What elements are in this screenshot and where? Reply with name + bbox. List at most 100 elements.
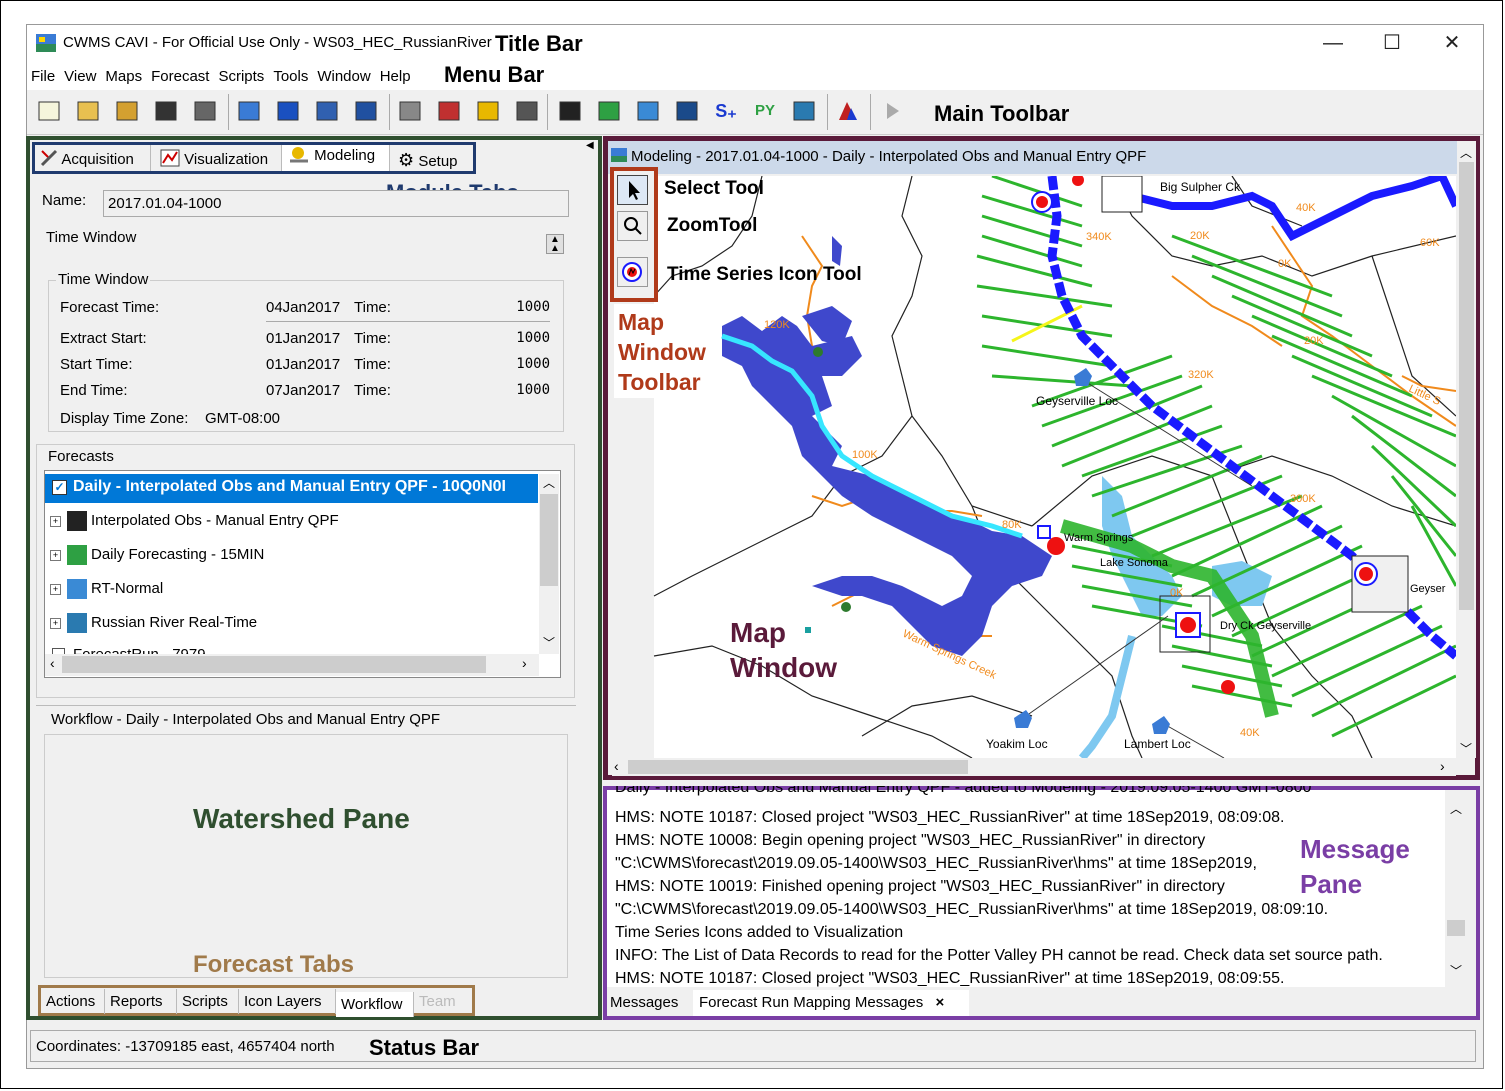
tree-item-label: Daily Forecasting - 15MIN — [91, 546, 265, 563]
tree-item[interactable]: + RT-Normal — [50, 574, 163, 604]
expand-icon[interactable]: + — [50, 583, 61, 595]
acquisition-icon[interactable] — [397, 98, 423, 124]
tab-acquisition[interactable]: Acquisition — [40, 147, 134, 173]
tree-item[interactable]: + Daily Forecasting - 15MIN — [50, 540, 264, 570]
time-window-time-field[interactable]: 1000 — [480, 330, 550, 346]
menu-scripts[interactable]: Scripts — [218, 63, 264, 90]
annotation-map-window-line2: Window — [730, 652, 838, 683]
map-label-20k-b: 20K — [1304, 335, 1324, 347]
status-coordinates: Coordinates: -13709185 east, 4657404 nor… — [36, 1038, 335, 1055]
scroll-down-icon[interactable]: ﹀ — [543, 634, 555, 651]
menu-forecast[interactable]: Forecast — [151, 63, 209, 90]
minimize-button[interactable]: — — [1308, 28, 1358, 58]
setup-icon[interactable] — [514, 98, 540, 124]
tab-reports[interactable]: Reports — [105, 989, 177, 1014]
tab-setup[interactable]: ⚙ Setup — [398, 147, 458, 173]
s-plus-icon[interactable]: S₊ — [713, 98, 739, 124]
expand-icon[interactable]: + — [50, 515, 61, 527]
time-window-date: 04Jan2017 — [266, 299, 341, 316]
map-scroll-up-icon[interactable]: ︿ — [1460, 144, 1472, 161]
tab-scripts[interactable]: Scripts — [177, 989, 239, 1014]
maximize-button[interactable]: ☐ — [1367, 28, 1417, 58]
menu-help[interactable]: Help — [380, 63, 411, 90]
expand-icon[interactable]: + — [50, 549, 61, 561]
tree-horizontal-thumb[interactable] — [62, 656, 486, 673]
map-image-icon[interactable] — [596, 98, 622, 124]
scroll-up-icon[interactable]: ︿ — [543, 474, 555, 491]
menu-maps[interactable]: Maps — [105, 63, 142, 90]
close-tab-icon[interactable]: × — [935, 994, 944, 1011]
tree-item[interactable]: + Russian River Real-Time — [50, 608, 257, 638]
message-scroll-down-icon[interactable]: ﹀ — [1450, 962, 1462, 979]
time-series-icon-tool-button[interactable] — [617, 257, 648, 287]
map-scroll-down-icon[interactable]: ﹀ — [1460, 740, 1472, 757]
print-icon[interactable] — [192, 98, 218, 124]
modeling-icon[interactable] — [475, 98, 501, 124]
map-vertical-thumb[interactable] — [1459, 162, 1474, 610]
message-scroll-up-icon[interactable]: ︿ — [1450, 800, 1462, 817]
color-map-icon[interactable] — [674, 98, 700, 124]
separator — [266, 321, 550, 322]
message-scrollbar[interactable] — [1446, 790, 1466, 987]
export-icon[interactable] — [236, 98, 262, 124]
time-window-time-field[interactable]: 1000 — [480, 299, 550, 315]
message-scroll-thumb[interactable] — [1447, 920, 1465, 936]
water-icon[interactable] — [791, 98, 817, 124]
map-label-340k: 340K — [1086, 231, 1112, 243]
scroll-right-icon[interactable]: › — [522, 655, 527, 671]
menu-view[interactable]: View — [64, 63, 96, 90]
open-folder-icon[interactable] — [114, 98, 140, 124]
windows-icon[interactable] — [353, 98, 379, 124]
tab-icon-layers[interactable]: Icon Layers — [239, 989, 336, 1014]
time-window-time-field[interactable]: 1000 — [480, 382, 550, 398]
map-horizontal-thumb[interactable] — [628, 760, 968, 774]
tab-actions[interactable]: Actions — [41, 989, 105, 1014]
tab-modeling-label: Modeling — [314, 147, 376, 164]
tab-visualization[interactable]: Visualization — [160, 147, 268, 173]
name-label: Name: — [42, 192, 87, 209]
tab-messages[interactable]: Messages — [607, 990, 695, 1016]
map-scroll-left-icon[interactable]: ‹ — [614, 758, 619, 774]
tab-modeling[interactable]: Modeling — [288, 143, 375, 169]
message-line: HMS: NOTE 10187: Closed project "WS03_HE… — [615, 809, 1285, 826]
tree-item[interactable]: + Interpolated Obs - Manual Entry QPF — [50, 506, 339, 536]
zoom-tool-button[interactable] — [617, 211, 648, 241]
modeling-icon — [290, 147, 308, 163]
chart-icon[interactable] — [835, 98, 861, 124]
save-icon[interactable] — [153, 98, 179, 124]
menu-window[interactable]: Window — [317, 63, 370, 90]
refresh-icon[interactable] — [275, 98, 301, 124]
visualization-icon[interactable] — [436, 98, 462, 124]
tree-item-label: Russian River Real-Time — [91, 614, 258, 631]
workflow-label: Workflow - Daily - Interpolated Obs and … — [51, 711, 441, 728]
display-tz-value: GMT-08:00 — [205, 410, 281, 427]
forecast-checkbox[interactable]: ✓ — [52, 480, 67, 495]
app-icon — [36, 34, 56, 52]
menu-tools[interactable]: Tools — [273, 63, 308, 90]
select-arrow-icon — [629, 181, 640, 200]
map-label-yoakim: Yoakim Loc — [986, 737, 1048, 751]
open-icon[interactable] — [75, 98, 101, 124]
time-window-time-field[interactable]: 1000 — [480, 356, 550, 372]
time-window-date: 01Jan2017 — [266, 356, 341, 373]
image-icon[interactable] — [635, 98, 661, 124]
menu-file[interactable]: File — [31, 63, 55, 90]
name-field[interactable]: 2017.01.04-1000 — [103, 190, 569, 217]
scroll-left-icon[interactable]: ‹ — [50, 655, 55, 671]
collapse-arrow-icon[interactable]: ◀ — [586, 140, 596, 154]
tree-vertical-thumb[interactable] — [540, 494, 558, 586]
expand-icon[interactable]: + — [50, 617, 61, 629]
time-window-time-label: Time: — [354, 382, 391, 399]
select-tool-button[interactable] — [617, 175, 648, 205]
py-icon[interactable]: PY — [752, 98, 778, 124]
close-button[interactable]: ✕ — [1427, 28, 1477, 58]
map-scroll-right-icon[interactable]: › — [1440, 758, 1445, 774]
grid-icon[interactable] — [557, 98, 583, 124]
run-arrow-icon[interactable] — [879, 98, 905, 124]
new-icon[interactable] — [36, 98, 62, 124]
tab-workflow[interactable]: Workflow — [336, 992, 414, 1017]
map-label-0k-a: 0K — [1278, 258, 1292, 270]
tab-forecast-run-mapping[interactable]: Forecast Run Mapping Messages × — [693, 990, 969, 1016]
collapse-section-icon[interactable]: ▲ ▲ — [546, 234, 564, 254]
layout-icon[interactable] — [314, 98, 340, 124]
